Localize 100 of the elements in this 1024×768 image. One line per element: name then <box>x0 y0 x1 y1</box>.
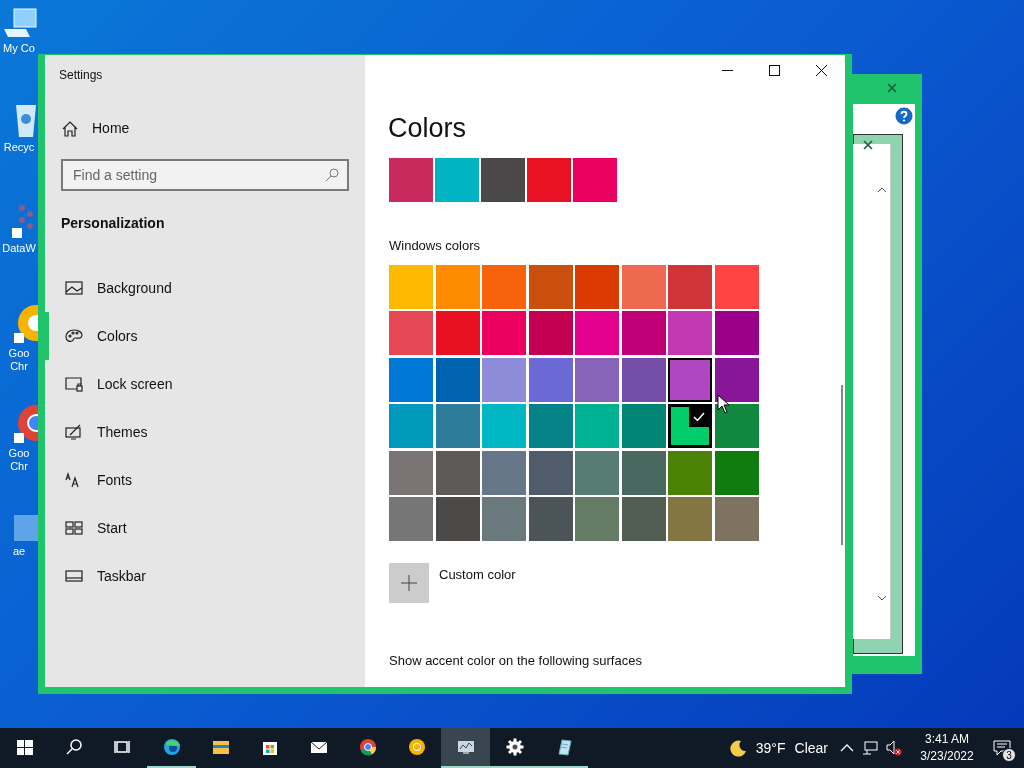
color-swatch[interactable] <box>482 404 526 448</box>
notification-button[interactable]: 3 <box>980 728 1024 768</box>
color-swatch[interactable] <box>621 450 666 495</box>
color-swatch[interactable] <box>389 311 433 355</box>
chevron-up-icon[interactable] <box>840 743 854 753</box>
color-swatch[interactable] <box>575 264 619 309</box>
moon-icon <box>728 739 747 757</box>
help-icon[interactable] <box>895 107 913 125</box>
taskbar-button[interactable] <box>441 728 490 768</box>
color-swatch[interactable] <box>389 264 433 309</box>
color-swatch[interactable] <box>575 404 619 448</box>
color-swatch[interactable] <box>482 264 526 309</box>
search-field[interactable]: Find a setting <box>61 159 349 191</box>
weather-temperature[interactable]: 39°F <box>755 737 786 759</box>
color-swatch[interactable] <box>528 404 573 448</box>
color-swatch[interactable] <box>435 357 480 402</box>
section-label: Show accent color on the following surfaces <box>389 652 643 670</box>
nav-item[interactable]: Themes <box>44 408 365 456</box>
color-swatch[interactable] <box>482 311 526 355</box>
scroll-down-icon[interactable] <box>877 594 887 602</box>
color-swatch[interactable] <box>482 497 526 541</box>
home-icon <box>62 120 78 137</box>
start-icon <box>14 737 35 757</box>
muted-speaker-icon[interactable] <box>886 740 902 756</box>
color-swatch[interactable] <box>668 311 712 355</box>
weather-condition[interactable]: Clear <box>794 737 828 759</box>
home-link[interactable]: Home <box>62 118 365 139</box>
custom-color-button[interactable] <box>389 563 429 603</box>
color-swatch[interactable] <box>389 404 433 448</box>
color-swatch[interactable] <box>435 311 480 355</box>
close-icon[interactable] <box>816 65 827 76</box>
color-swatch[interactable] <box>575 311 619 355</box>
desktop-icon-label[interactable]: My Co <box>3 42 35 55</box>
color-swatch[interactable] <box>528 450 573 495</box>
color-swatch[interactable] <box>668 264 712 309</box>
color-swatch[interactable] <box>621 357 666 402</box>
color-swatch[interactable] <box>389 158 433 202</box>
color-swatch[interactable] <box>482 357 526 402</box>
color-swatch[interactable] <box>621 264 666 309</box>
desktop-icon-label[interactable]: Goo Chr <box>8 347 30 373</box>
color-swatch[interactable] <box>714 497 759 541</box>
color-swatch[interactable] <box>528 311 573 355</box>
scrollbar-thumb[interactable] <box>841 385 843 545</box>
color-swatch[interactable] <box>389 497 433 541</box>
color-swatch[interactable] <box>575 357 619 402</box>
network-icon[interactable] <box>862 741 878 755</box>
notification-count: 3 <box>1002 748 1016 762</box>
color-swatch[interactable] <box>435 158 479 202</box>
color-swatch[interactable] <box>481 158 525 202</box>
color-swatch[interactable] <box>482 450 526 495</box>
nav-item[interactable]: Background <box>44 264 365 312</box>
dots-shortcut-icon <box>12 205 33 238</box>
color-swatch[interactable] <box>573 158 617 202</box>
desktop-icon-label[interactable]: ae <box>12 545 26 558</box>
close-icon[interactable] <box>863 140 873 150</box>
color-swatch[interactable] <box>621 497 666 541</box>
desktop-icon-label[interactable]: Recyc <box>3 141 35 154</box>
color-swatch[interactable] <box>714 357 759 402</box>
nav-item[interactable]: Fonts <box>44 456 365 504</box>
color-swatch[interactable] <box>714 450 759 495</box>
color-swatch[interactable] <box>668 404 712 448</box>
taskbar-icon <box>65 568 83 584</box>
palette-icon <box>65 328 83 344</box>
color-swatch[interactable] <box>527 158 571 202</box>
image-icon <box>65 280 83 296</box>
clock-date[interactable]: 3/23/2022 <box>920 748 974 765</box>
color-swatch[interactable] <box>528 357 573 402</box>
clock-time[interactable]: 3:41 AM <box>925 731 969 748</box>
color-swatch[interactable] <box>668 357 712 402</box>
start-tiles-icon <box>65 520 83 536</box>
color-swatch[interactable] <box>575 497 619 541</box>
desktop-icon-label[interactable]: DataW <box>2 242 36 255</box>
desktop-icon-label[interactable]: Goo Chr <box>8 447 30 473</box>
color-swatch[interactable] <box>714 404 759 448</box>
color-swatch[interactable] <box>575 450 619 495</box>
color-swatch[interactable] <box>714 311 759 355</box>
color-swatch[interactable] <box>621 404 666 448</box>
window-title: Settings <box>59 67 104 84</box>
nav-item[interactable]: Lock screen <box>44 360 365 408</box>
color-swatch[interactable] <box>435 497 480 541</box>
nav-item[interactable]: Start <box>44 504 365 552</box>
nav-item[interactable]: Taskbar <box>44 552 365 600</box>
color-swatch[interactable] <box>668 450 712 495</box>
custom-color-label: Custom color <box>439 566 516 584</box>
scroll-up-icon[interactable] <box>877 186 887 194</box>
computer-icon <box>4 8 37 38</box>
section-label: Windows colors <box>389 237 482 255</box>
color-swatch[interactable] <box>668 497 712 541</box>
color-swatch[interactable] <box>528 497 573 541</box>
color-swatch[interactable] <box>435 450 480 495</box>
chrome-icon <box>357 737 378 757</box>
color-swatch[interactable] <box>435 264 480 309</box>
color-swatch[interactable] <box>714 264 759 309</box>
color-swatch[interactable] <box>621 311 666 355</box>
color-swatch[interactable] <box>528 264 573 309</box>
color-swatch[interactable] <box>389 357 433 402</box>
maximize-icon[interactable] <box>769 65 780 76</box>
mouse-cursor-icon <box>717 394 730 414</box>
color-swatch[interactable] <box>389 450 433 495</box>
color-swatch[interactable] <box>435 404 480 448</box>
